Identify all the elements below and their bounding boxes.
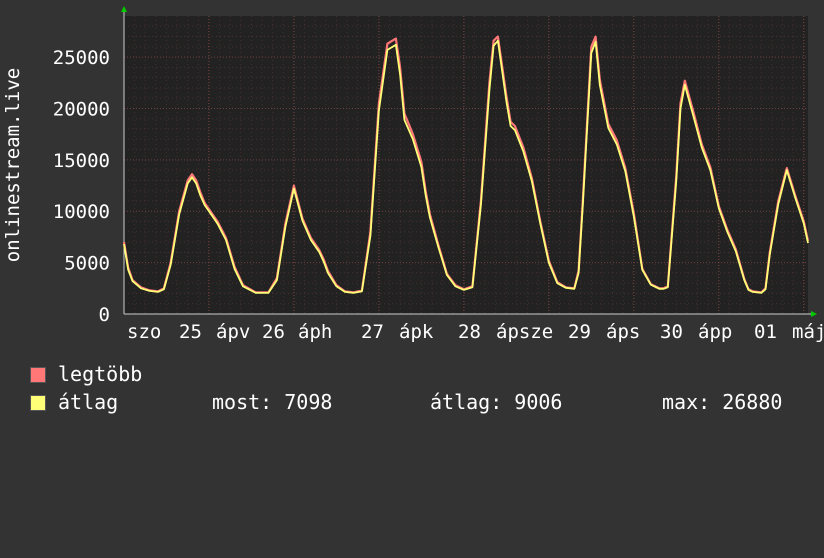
x-tick-label: 26 — [262, 321, 285, 343]
x-tick-label: 01 — [754, 321, 777, 343]
y-tick-label: 20000 — [53, 98, 110, 120]
x-tick-label: 29 — [568, 321, 591, 343]
y-tick-label: 10000 — [53, 201, 110, 223]
legend-label-avg: átlag — [58, 390, 119, 414]
x-tick-label: 27 — [361, 321, 384, 343]
x-tick-label: 25 — [179, 321, 202, 343]
stat-now: most: 7098 — [212, 390, 333, 414]
x-tick-label: 30 — [660, 321, 683, 343]
y-tick-label: 15000 — [53, 150, 110, 172]
legend-label-max: legtöbb — [58, 362, 143, 386]
x-axis-ticks: szo 25 ápv 26 áph 27 ápk 28 ápsze 29 áps 30 ápp 01 máj — [127, 321, 824, 343]
legend-swatch-avg — [30, 395, 46, 411]
chart-svg: 0 5000 10000 15000 20000 25000 szo 25 ápv 26 áph 2… — [2, 6, 824, 343]
x-tick-label: áph — [298, 321, 332, 343]
x-tick-label: máj — [792, 321, 824, 343]
y-axis-label: onlinestream.live — [2, 68, 24, 262]
legend: legtöbb átlag most: 7098 átlag: 9006 max… — [30, 362, 820, 418]
y-tick-label: 0 — [99, 304, 110, 326]
x-tick-label: ápv — [216, 321, 250, 343]
plot-area — [124, 16, 808, 314]
legend-item-avg: átlag most: 7098 átlag: 9006 max: 26880 — [30, 390, 820, 418]
y-tick-label: 5000 — [64, 253, 110, 275]
y-axis-arrow — [121, 6, 127, 12]
x-axis-arrow — [811, 311, 817, 317]
x-tick-label: ápp — [698, 321, 732, 343]
y-axis-ticks: 0 5000 10000 15000 20000 25000 — [53, 47, 110, 326]
legend-swatch-max — [30, 367, 46, 383]
y-tick-label: 25000 — [53, 47, 110, 69]
stat-max: max: 26880 — [662, 390, 783, 414]
stat-average: átlag: 9006 — [430, 390, 563, 414]
x-tick-label: ápsze — [496, 321, 553, 343]
x-tick-label: áps — [606, 321, 640, 343]
x-tick-label: 28 — [458, 321, 481, 343]
legend-item-max: legtöbb — [30, 362, 820, 390]
x-tick-label: ápk — [399, 321, 434, 343]
x-tick-label: szo — [127, 321, 161, 343]
